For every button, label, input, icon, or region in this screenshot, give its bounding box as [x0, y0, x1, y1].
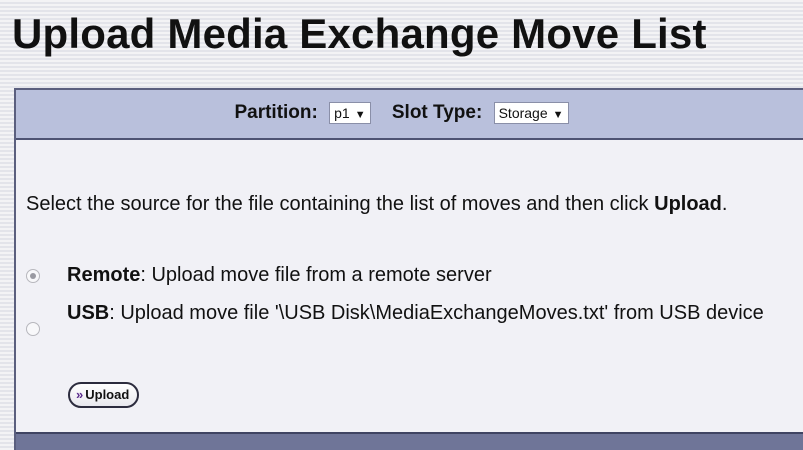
remote-option-text: Remote: Upload move file from a remote s…	[67, 263, 796, 288]
remote-option-name: Remote	[67, 264, 141, 286]
instructions-period: .	[721, 193, 728, 215]
usb-option-name: USB	[67, 302, 110, 324]
instructions-text: Select the source for the file containin…	[26, 192, 786, 217]
page-title: Upload Media Exchange Move List	[12, 10, 707, 57]
filter-bar: Partition: p1 ▼ Slot Type: Storage ▼	[16, 90, 803, 140]
slot-type-label: Slot Type:	[391, 102, 483, 123]
partition-select[interactable]: p1 ▼	[329, 102, 371, 124]
partition-select-value: p1	[334, 105, 350, 121]
triangle-down-icon: ▼	[552, 109, 564, 121]
upload-panel: Partition: p1 ▼ Slot Type: Storage ▼ Selec…	[14, 88, 803, 450]
partition-label: Partition:	[234, 102, 318, 123]
slot-type-select-value: Storage	[498, 105, 548, 121]
upload-media-exchange-page: Upload Media Exchange Move List Partitio…	[0, 0, 803, 450]
usb-option-description: : Upload move file '\USB Disk\MediaExcha…	[109, 302, 764, 324]
remote-option-description: : Upload move file from a remote server	[140, 264, 492, 286]
usb-option-text: USB: Upload move file '\USB Disk\MediaEx…	[67, 301, 796, 326]
slot-type-select[interactable]: Storage ▼	[493, 102, 569, 124]
instructions-upload-word: Upload	[654, 193, 722, 215]
filter-controls: Partition: p1 ▼ Slot Type: Storage ▼	[16, 102, 803, 124]
upload-button-label: Upload	[85, 387, 130, 402]
instructions-text-main: Select the source for the file containin…	[26, 193, 655, 215]
upload-button[interactable]: » Upload	[68, 382, 140, 408]
remote-radio[interactable]	[26, 269, 40, 283]
upload-content: Select the source for the file containin…	[16, 142, 803, 432]
footer-bar	[16, 432, 803, 450]
usb-radio[interactable]	[26, 322, 40, 336]
double-chevron-right-icon: »	[76, 387, 84, 402]
triangle-down-icon: ▼	[354, 109, 366, 121]
